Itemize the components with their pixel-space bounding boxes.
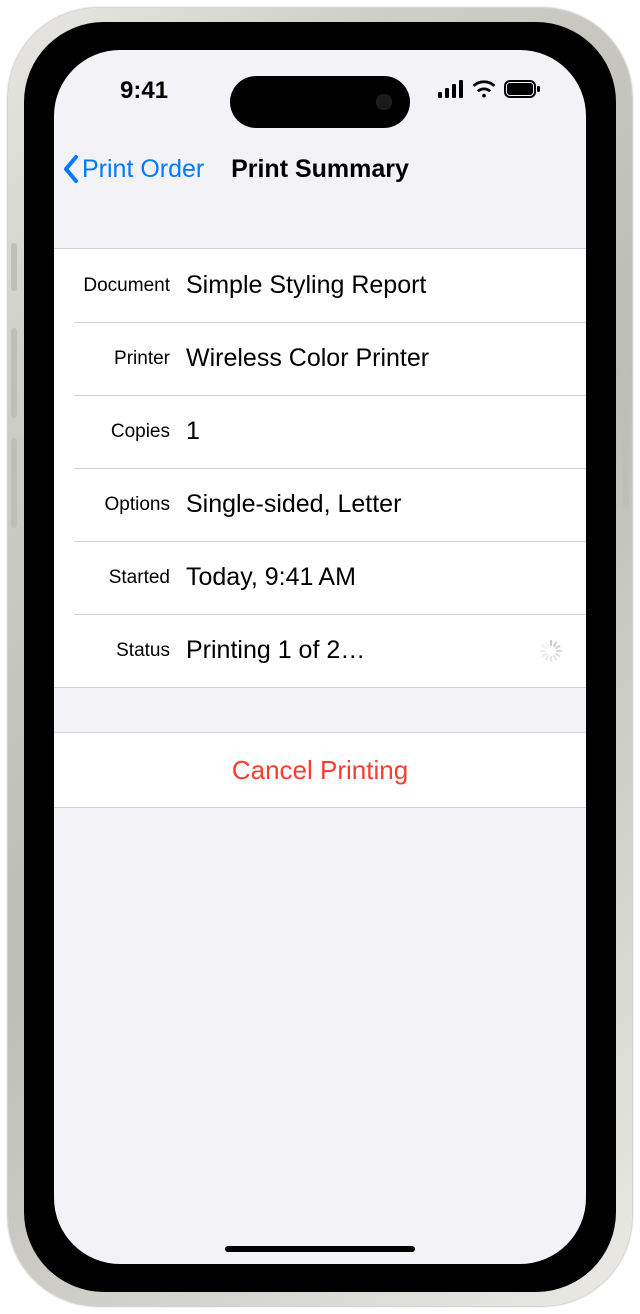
status-bar: 9:41 [54, 50, 586, 132]
back-button-label: Print Order [82, 155, 204, 184]
navigation-bar: Print Order Print Summary [54, 134, 586, 204]
row-document: Document Simple Styling Report [54, 249, 586, 322]
row-value: Single-sided, Letter [186, 490, 566, 519]
chevron-left-icon [62, 154, 80, 184]
row-value: Today, 9:41 AM [186, 563, 566, 592]
volume-up-button [11, 328, 17, 418]
row-value: Simple Styling Report [186, 271, 566, 300]
cancel-printing-button[interactable]: Cancel Printing [54, 733, 586, 807]
row-label: Started [74, 567, 186, 589]
side-button [11, 243, 17, 291]
row-value: Wireless Color Printer [186, 344, 566, 373]
wifi-icon [472, 80, 496, 103]
row-label: Printer [74, 348, 186, 370]
row-options: Options Single-sided, Letter [54, 468, 586, 541]
row-value: 1 [186, 417, 566, 446]
cellular-icon [438, 80, 464, 103]
phone-screen: 9:41 [54, 50, 586, 1264]
row-value: Printing 1 of 2… [186, 636, 536, 665]
phone-frame: 9:41 [8, 8, 632, 1306]
actions-group: Cancel Printing [54, 732, 586, 808]
phone-bezel: 9:41 [24, 22, 616, 1292]
row-copies: Copies 1 [54, 395, 586, 468]
row-label: Options [74, 494, 186, 516]
status-indicators [438, 80, 540, 103]
home-indicator[interactable] [225, 1246, 415, 1252]
volume-down-button [11, 438, 17, 528]
row-label: Status [74, 640, 186, 662]
cancel-printing-label: Cancel Printing [232, 755, 408, 786]
row-label: Copies [74, 421, 186, 443]
spinner-icon [536, 639, 566, 663]
row-started: Started Today, 9:41 AM [54, 541, 586, 614]
summary-table: Document Simple Styling Report Printer W… [54, 248, 586, 688]
row-status: Status Printing 1 of 2… [54, 614, 586, 687]
row-label: Document [74, 275, 186, 297]
row-printer: Printer Wireless Color Printer [54, 322, 586, 395]
power-button [623, 368, 629, 508]
status-time: 9:41 [120, 77, 168, 105]
battery-icon [504, 80, 540, 103]
back-button[interactable]: Print Order [62, 134, 204, 204]
page-title: Print Summary [231, 155, 409, 184]
